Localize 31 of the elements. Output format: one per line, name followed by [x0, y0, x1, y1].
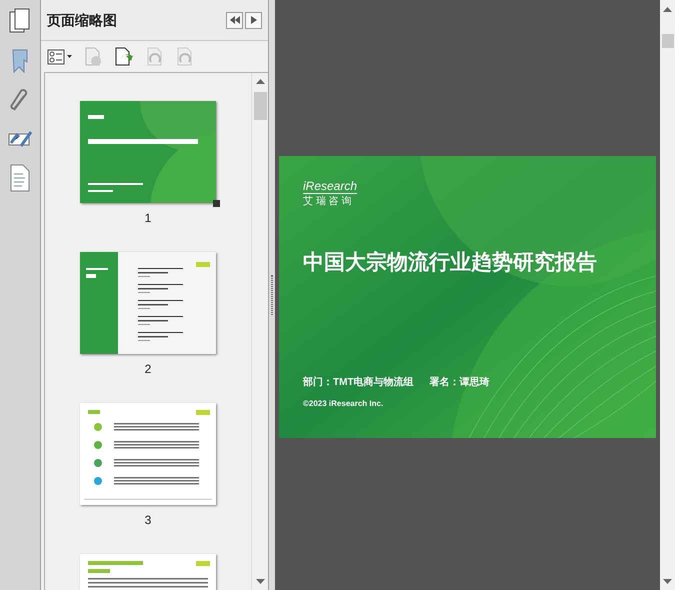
splitter-handle[interactable] — [271, 275, 273, 315]
scroll-down-icon[interactable] — [256, 579, 264, 585]
pages-icon[interactable] — [9, 8, 31, 34]
current-page-marker — [213, 200, 220, 207]
insert-page-icon[interactable] — [113, 46, 135, 66]
author-text: 署名：谭思琦 — [430, 376, 490, 390]
bookmark-icon[interactable] — [11, 48, 29, 74]
collapse-button[interactable] — [226, 12, 243, 28]
scroll-up-icon[interactable] — [663, 6, 672, 12]
right-arrow-icon — [250, 16, 256, 24]
signature-icon[interactable] — [7, 128, 33, 150]
page-number: 3 — [144, 512, 152, 529]
page-number: 2 — [144, 361, 152, 378]
logo-text: iResearch — [303, 180, 358, 194]
department-text: 部门：TMT电商与物流组 — [303, 375, 414, 390]
page-number: 1 — [144, 210, 152, 227]
copyright-text: ©2023 iResearch Inc. — [303, 398, 384, 410]
page-thumbnail[interactable] — [80, 101, 216, 203]
page-thumbnail[interactable] — [80, 403, 216, 505]
slide-title: 中国大宗物流行业趋势研究报告 — [303, 250, 598, 276]
page-thumbnail[interactable] — [80, 252, 216, 354]
scroll-down-icon[interactable] — [663, 579, 672, 585]
expand-button[interactable] — [245, 12, 262, 28]
double-left-arrow-icon — [230, 16, 240, 24]
document-icon[interactable] — [9, 164, 31, 192]
scroll-thumb[interactable] — [254, 92, 266, 120]
scroll-up-icon[interactable] — [256, 78, 264, 84]
options-menu-icon[interactable] — [47, 48, 73, 64]
logo-subtitle: 艾 瑞 咨 询 — [303, 197, 352, 207]
panel-title: 页面缩略图 — [47, 10, 117, 30]
scroll-thumb[interactable] — [662, 34, 674, 48]
